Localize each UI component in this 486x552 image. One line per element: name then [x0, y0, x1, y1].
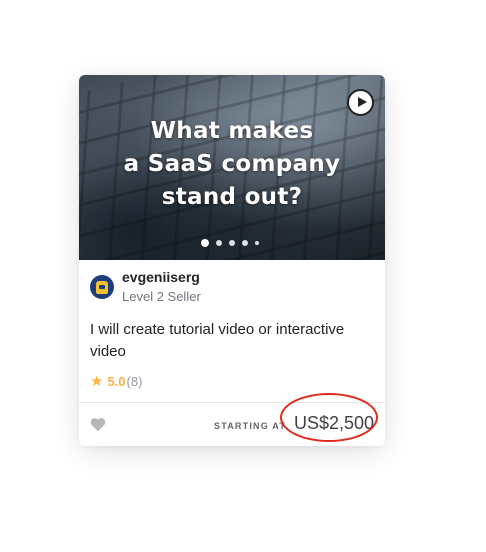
carousel-dots	[201, 239, 259, 247]
media-line-3: stand out?	[161, 184, 303, 210]
seller-name[interactable]: evgeniiserg	[122, 269, 201, 286]
avatar[interactable]	[90, 275, 114, 299]
starting-at-label: STARTING AT	[214, 421, 287, 431]
media-headline: What makes a SaaS company stand out?	[79, 115, 385, 214]
play-icon[interactable]	[347, 89, 374, 116]
gig-media[interactable]: What makes a SaaS company stand out?	[79, 75, 385, 260]
carousel-dot[interactable]	[255, 241, 259, 245]
gig-card[interactable]: What makes a SaaS company stand out? evg…	[79, 75, 385, 446]
carousel-dot[interactable]	[229, 240, 235, 246]
price[interactable]: US$2,500	[294, 413, 374, 434]
carousel-dot[interactable]	[242, 240, 248, 246]
carousel-dot[interactable]	[201, 239, 209, 247]
seller-level: Level 2 Seller	[122, 289, 201, 304]
avatar-icon	[96, 280, 108, 294]
gig-title[interactable]: I will create tutorial video or interact…	[90, 319, 360, 363]
star-icon: ★	[90, 373, 104, 390]
media-line-1: What makes	[150, 118, 314, 144]
heart-icon[interactable]	[90, 417, 106, 432]
seller-info: evgeniiserg Level 2 Seller	[90, 269, 201, 305]
rating: ★ 5.0 (8)	[90, 374, 142, 389]
divider	[79, 402, 385, 403]
rating-score: 5.0	[107, 374, 126, 389]
carousel-dot[interactable]	[216, 240, 222, 246]
media-line-2: a SaaS company	[123, 151, 341, 177]
rating-count: (8)	[126, 374, 143, 389]
